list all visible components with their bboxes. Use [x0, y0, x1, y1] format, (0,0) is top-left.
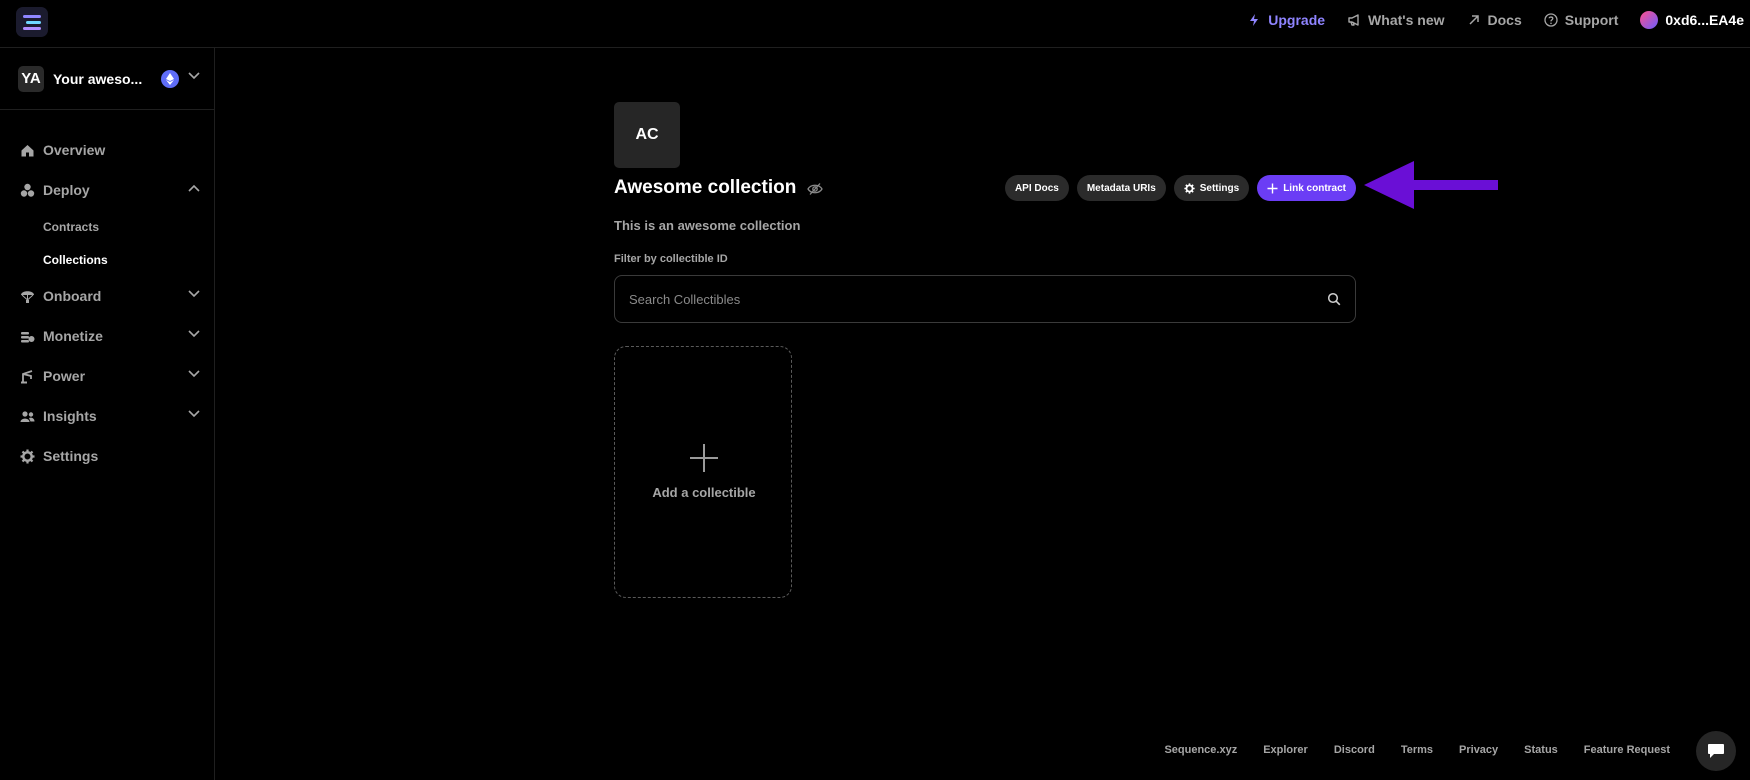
- link-contract-button[interactable]: Link contract: [1257, 175, 1356, 201]
- settings-button[interactable]: Settings: [1173, 175, 1250, 201]
- sidebar-item-label: Insights: [43, 408, 97, 424]
- filter-label: Filter by collectible ID: [614, 253, 728, 265]
- upgrade-label: Upgrade: [1268, 12, 1326, 28]
- chevron-down-icon: [188, 290, 200, 298]
- annotation-arrow-icon: [1364, 161, 1498, 209]
- sidebar-item-overview[interactable]: Overview: [0, 130, 214, 170]
- support-link[interactable]: Support: [1544, 12, 1619, 28]
- search-input[interactable]: [629, 276, 1309, 322]
- megaphone-icon: [1348, 14, 1359, 26]
- footer: Sequence.xyz Explorer Discord Terms Priv…: [1164, 744, 1670, 756]
- bolt-icon: [1250, 14, 1259, 26]
- collection-header: Awesome collection API Docs Metadata URI…: [614, 173, 1356, 203]
- sidebar: YA Your aweso... Overview Deploy Contrac…: [0, 48, 215, 780]
- footer-link-privacy[interactable]: Privacy: [1459, 744, 1498, 756]
- whats-new-link[interactable]: What's new: [1347, 12, 1445, 28]
- footer-link-status[interactable]: Status: [1524, 744, 1558, 756]
- support-label: Support: [1564, 12, 1619, 28]
- project-name: Your aweso...: [53, 70, 143, 87]
- coins-icon: [20, 329, 35, 344]
- project-badge: YA: [18, 65, 44, 92]
- add-collectible-card[interactable]: Add a collectible: [614, 346, 792, 598]
- search-box: [614, 275, 1356, 323]
- upgrade-link[interactable]: Upgrade: [1247, 12, 1325, 28]
- sidebar-item-label: Monetize: [43, 328, 103, 344]
- footer-link-discord[interactable]: Discord: [1334, 744, 1375, 756]
- sidebar-nav: Overview Deploy Contracts Collections On…: [0, 130, 214, 476]
- plus-icon: [690, 444, 718, 472]
- eye-off-icon[interactable]: [807, 182, 823, 196]
- docs-link[interactable]: Docs: [1467, 12, 1522, 28]
- sidebar-item-label: Overview: [43, 142, 106, 158]
- footer-link-sequence[interactable]: Sequence.xyz: [1164, 744, 1237, 756]
- chevron-down-icon[interactable]: [188, 72, 200, 80]
- gear-icon: [1184, 182, 1195, 194]
- main-content: AC Awesome collection API Docs Metadata …: [216, 48, 1750, 780]
- wallet-avatar: [1640, 11, 1659, 29]
- docs-label: Docs: [1487, 12, 1522, 28]
- sidebar-item-settings[interactable]: Settings: [0, 436, 214, 476]
- plus-icon: [1267, 183, 1278, 193]
- add-collectible-label: Add a collectible: [652, 485, 756, 500]
- collection-panel: AC Awesome collection API Docs Metadata …: [614, 102, 1356, 598]
- sidebar-item-power[interactable]: Power: [0, 356, 214, 396]
- project-selector[interactable]: YA Your aweso...: [0, 48, 214, 110]
- collection-actions: API Docs Metadata URIs Settings Link con…: [1004, 175, 1356, 201]
- top-bar: Upgrade What's new Docs Support 0xd6...E…: [0, 0, 1750, 48]
- collection-description: This is an awesome collection: [614, 218, 801, 233]
- footer-link-terms[interactable]: Terms: [1401, 744, 1433, 756]
- metadata-uris-button[interactable]: Metadata URIs: [1076, 175, 1166, 201]
- sidebar-item-label: Onboard: [43, 288, 102, 304]
- sidebar-subitem-contracts[interactable]: Contracts: [0, 210, 214, 243]
- crane-icon: [20, 369, 35, 384]
- wallet-address: 0xd6...EA4e: [1665, 12, 1744, 28]
- sidebar-item-label: Power: [43, 368, 86, 384]
- link-contract-label: Link contract: [1283, 182, 1346, 194]
- cubes-icon: [20, 183, 35, 198]
- chevron-down-icon: [188, 330, 200, 338]
- chevron-down-icon: [188, 410, 200, 418]
- ethereum-icon: [161, 70, 179, 88]
- sidebar-item-deploy[interactable]: Deploy: [0, 170, 214, 210]
- help-circle-icon: [1544, 13, 1558, 27]
- logo[interactable]: [16, 7, 48, 37]
- wallet-button[interactable]: 0xd6...EA4e: [1640, 11, 1744, 29]
- users-icon: [20, 409, 35, 424]
- sidebar-item-label: Deploy: [43, 182, 90, 198]
- search-icon[interactable]: [1327, 292, 1341, 306]
- api-docs-button[interactable]: API Docs: [1004, 175, 1069, 201]
- sidebar-subitem-collections[interactable]: Collections: [0, 243, 214, 276]
- external-arrow-icon: [1468, 15, 1479, 25]
- footer-link-explorer[interactable]: Explorer: [1263, 744, 1308, 756]
- sidebar-item-onboard[interactable]: Onboard: [0, 276, 214, 316]
- sidebar-item-insights[interactable]: Insights: [0, 396, 214, 436]
- sidebar-item-monetize[interactable]: Monetize: [0, 316, 214, 356]
- settings-button-label: Settings: [1199, 182, 1240, 194]
- chat-bubble-icon: [1708, 744, 1724, 758]
- chevron-up-icon: [188, 184, 200, 192]
- sidebar-item-label: Settings: [43, 448, 99, 464]
- footer-link-feature-request[interactable]: Feature Request: [1584, 744, 1670, 756]
- collection-avatar: AC: [614, 102, 680, 168]
- gear-icon: [20, 449, 35, 464]
- page-title: Awesome collection: [614, 177, 797, 198]
- top-nav: Upgrade What's new Docs Support 0xd6...E…: [1247, 0, 1750, 40]
- chat-button[interactable]: [1696, 731, 1736, 771]
- whats-new-label: What's new: [1368, 12, 1445, 28]
- parachute-icon: [20, 289, 35, 304]
- chevron-down-icon: [188, 370, 200, 378]
- home-icon: [20, 143, 35, 158]
